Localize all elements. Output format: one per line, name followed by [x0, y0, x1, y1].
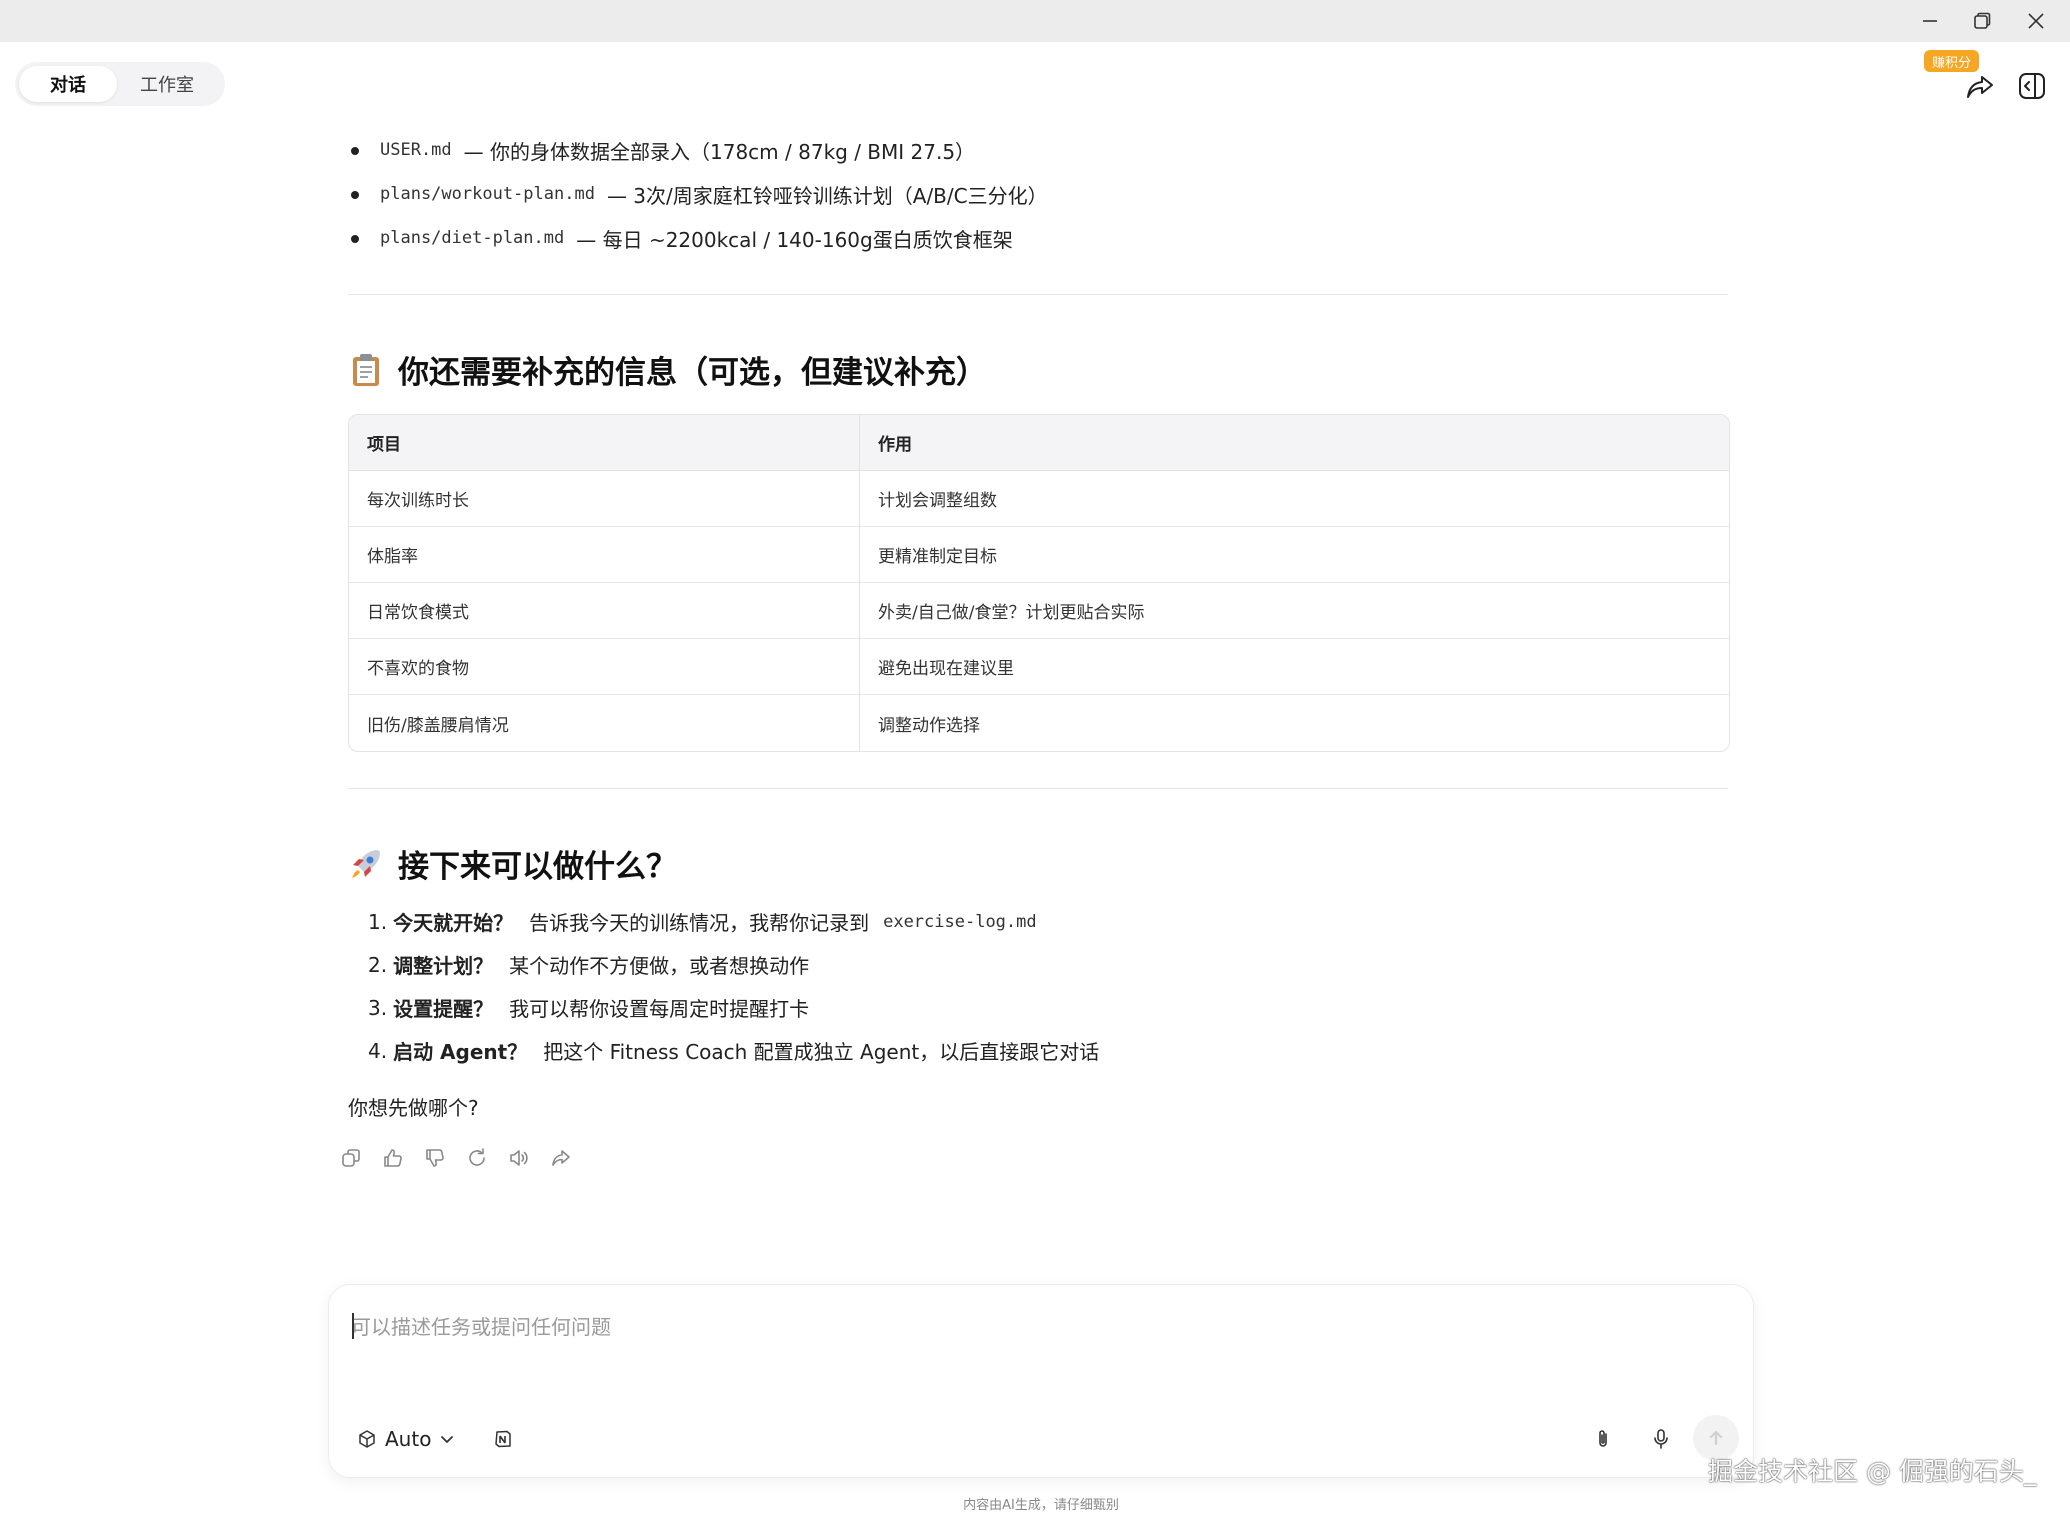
next-steps-list: 1. 今天就开始？ 告诉我今天的训练情况，我帮你记录到 exercise-log.md… [348, 900, 1728, 1072]
paperclip-icon [1599, 1430, 1607, 1447]
regenerate-icon[interactable] [466, 1147, 488, 1169]
notion-tool-button[interactable] [489, 1425, 517, 1453]
file-path: USER.md [380, 140, 452, 160]
arrow-up-icon [1709, 1430, 1723, 1446]
file-path: plans/workout-plan.md [380, 184, 595, 204]
list-item: USER.md — 你的身体数据全部录入（178cm / 87kg / BMI 2… [348, 128, 1728, 172]
column-header: 项目 [349, 415, 860, 471]
clipboard-icon [348, 352, 384, 388]
table-cell: 旧伤/膝盖腰肩情况 [349, 695, 860, 751]
file-description: — 每日 ~2200kcal / 140-160g蛋白质饮食框架 [576, 227, 1013, 252]
table-row: 旧伤/膝盖腰肩情况 调整动作选择 [349, 695, 1729, 751]
tab-chat[interactable]: 对话 [19, 66, 117, 102]
share-conversation-button[interactable] [1962, 68, 1998, 104]
file-list: USER.md — 你的身体数据全部录入（178cm / 87kg / BMI 2… [348, 128, 1728, 260]
list-item: plans/diet-plan.md — 每日 ~2200kcal / 140-1… [348, 216, 1728, 260]
window-title-bar [0, 0, 2070, 42]
watermark: 掘金技术社区 @ 倔强的石头_ [1708, 1457, 2037, 1486]
list-item: plans/workout-plan.md — 3次/周家庭杠铃哑铃训练计划（A/… [348, 172, 1728, 216]
file-description: — 3次/周家庭杠铃哑铃训练计划（A/B/C三分化） [606, 183, 1048, 208]
list-item: 4. 启动 Agent？ 把这个 Fitness Coach 配置成独立 Agent… [368, 1038, 1100, 1065]
assistant-message: USER.md — 你的身体数据全部录入（178cm / 87kg / BMI 2… [342, 128, 1730, 1169]
list-item: 3. 设置提醒？ 我可以帮你设置每周定时提醒打卡 [368, 995, 810, 1022]
share-icon [1967, 76, 1993, 98]
closing-question: 你想先做哪个? [348, 1096, 479, 1120]
attach-button[interactable] [1585, 1421, 1621, 1457]
info-table: 项目 作用 每次训练时长 计划会调整组数 体脂率 更精准制定目标 日常饮食模式 … [348, 414, 1730, 752]
table-cell: 每次训练时长 [349, 471, 860, 527]
share-icon[interactable] [550, 1147, 572, 1169]
message-input[interactable] [351, 1307, 1731, 1347]
read-aloud-icon[interactable] [508, 1147, 530, 1169]
next-section-heading: 接下来可以做什么？ [348, 841, 1728, 886]
restore-icon [1974, 12, 1991, 29]
minimize-icon [1923, 20, 1937, 22]
minimize-button[interactable] [1902, 0, 1958, 42]
chevron-down-icon [441, 1436, 454, 1443]
file-description: — 你的身体数据全部录入（178cm / 87kg / BMI 27.5） [463, 139, 976, 164]
table-cell: 更精准制定目标 [860, 527, 1729, 583]
rocket-icon [348, 846, 384, 882]
composer: Auto [328, 1284, 1754, 1478]
column-header: 作用 [860, 415, 1729, 471]
table-cell: 调整动作选择 [878, 715, 980, 736]
close-icon [2028, 13, 2044, 29]
list-item: 2. 调整计划？ 某个动作不方便做，或者想换动作 [368, 952, 810, 979]
toggle-panel-button[interactable] [2014, 68, 2050, 104]
section-divider [348, 788, 1728, 789]
table-row: 不喜欢的食物 避免出现在建议里 [349, 639, 1729, 695]
text-caret [352, 1313, 354, 1339]
table-row: 每次训练时长 计划会调整组数 [349, 471, 1729, 527]
notion-icon [495, 1430, 511, 1448]
cube-icon [359, 1430, 375, 1448]
message-actions [340, 1147, 1728, 1169]
file-path: plans/diet-plan.md [380, 228, 565, 248]
table-cell: 计划会调整组数 [860, 471, 1729, 527]
copy-icon[interactable] [340, 1147, 362, 1169]
voice-input-button[interactable] [1643, 1421, 1679, 1457]
microphone-icon [1654, 1429, 1668, 1449]
table-cell: 日常饮食模式 [349, 583, 860, 639]
close-button[interactable] [2008, 0, 2064, 42]
tab-studio[interactable]: 工作室 [117, 66, 217, 102]
file-path: exercise-log.md [883, 911, 1037, 932]
section-divider [348, 294, 1728, 295]
thumbs-up-icon[interactable] [382, 1147, 404, 1169]
list-item: 1. 今天就开始？ 告诉我今天的训练情况，我帮你记录到 exercise-log.md [368, 909, 1037, 936]
table-cell: 外卖/自己做/食堂？计划更贴合实际 [860, 583, 1729, 639]
next-section-title: 接下来可以做什么？ [398, 849, 677, 885]
side-panel-icon [2019, 73, 2045, 99]
mode-tabs: 对话 工作室 [15, 62, 225, 106]
table-row: 日常饮食模式 外卖/自己做/食堂？计划更贴合实际 [349, 583, 1729, 639]
ai-disclaimer: 内容由AI生成，请仔细甄别 [963, 1498, 1119, 1513]
table-header-row: 项目 作用 [349, 415, 1729, 471]
info-section-heading: 你还需要补充的信息（可选，但建议补充） [348, 347, 1728, 392]
table-cell: 不喜欢的食物 [349, 639, 860, 695]
model-label: Auto [385, 1427, 432, 1451]
thumbs-down-icon[interactable] [424, 1147, 446, 1169]
restore-button[interactable] [1954, 0, 2010, 42]
table-cell: 避免出现在建议里 [860, 639, 1729, 695]
table-row: 体脂率 更精准制定目标 [349, 527, 1729, 583]
table-cell: 体脂率 [349, 527, 860, 583]
info-section-title: 你还需要补充的信息（可选，但建议补充） [398, 355, 987, 391]
model-selector[interactable]: Auto [357, 1423, 455, 1455]
